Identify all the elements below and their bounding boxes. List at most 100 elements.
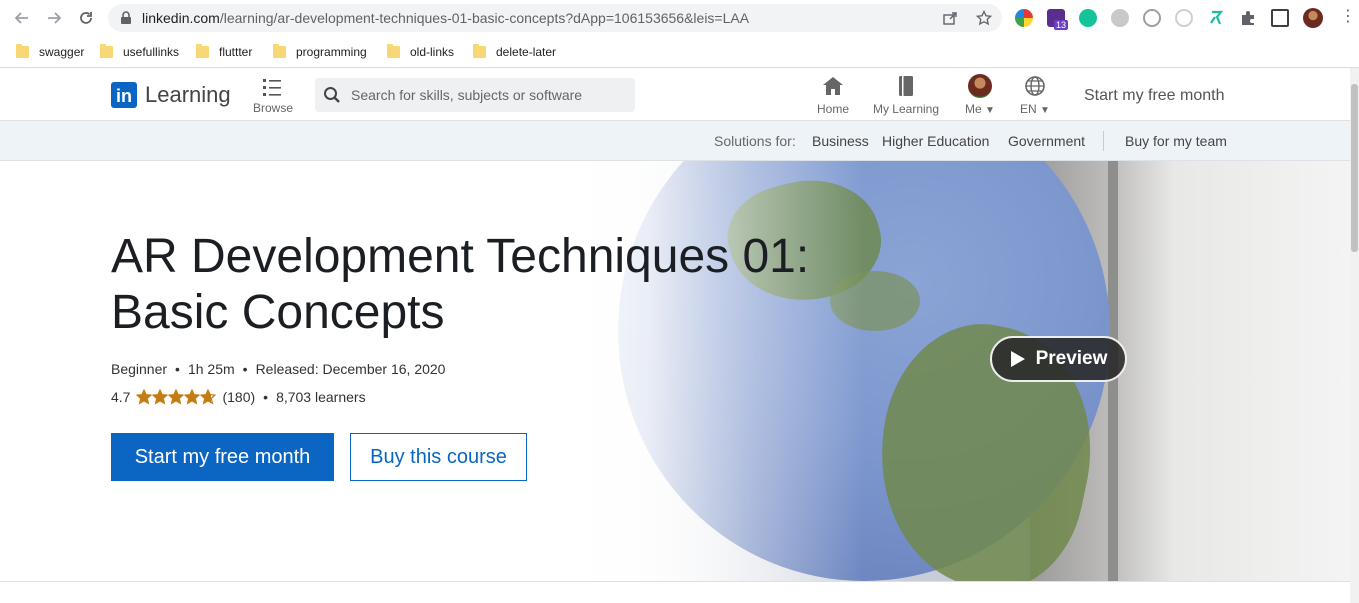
home-icon	[823, 77, 843, 95]
review-count[interactable]: (180)	[222, 389, 255, 405]
learner-count: 8,703 learners	[276, 389, 366, 405]
meta-separator: •	[175, 361, 180, 377]
course-release-date: Released: December 16, 2020	[255, 361, 446, 377]
puzzle-extensions-icon[interactable]	[1239, 9, 1257, 27]
share-icon[interactable]	[942, 10, 958, 26]
list-icon	[263, 79, 281, 96]
subnav-divider	[1103, 131, 1104, 151]
course-rating: 4.7 (180) • 8,703 learners	[111, 389, 366, 405]
buy-course-button[interactable]: Buy this course	[350, 433, 527, 481]
nav-language-label: EN	[1020, 102, 1037, 116]
bookmark-delete-later[interactable]: delete-later	[473, 43, 556, 61]
color-wheel-extension-icon[interactable]	[1015, 9, 1033, 27]
logo-wordmark: Learning	[145, 82, 231, 107]
lock-icon[interactable]	[120, 11, 132, 30]
solutions-business-link[interactable]: Business	[812, 133, 869, 149]
buy-for-my-team-link[interactable]: Buy for my team	[1125, 133, 1227, 149]
bookmark-usefullinks[interactable]: usefullinks	[100, 43, 179, 61]
runner-extension-icon[interactable]	[1207, 9, 1225, 27]
timer-extension-icon[interactable]	[1175, 9, 1193, 27]
search-input[interactable]	[351, 78, 631, 112]
side-panel-icon[interactable]	[1271, 9, 1289, 27]
star-icon	[200, 389, 217, 405]
browse-menu-button[interactable]: Browse	[253, 76, 294, 115]
folder-icon	[16, 44, 29, 58]
course-title: AR Development Techniques 01: Basic Conc…	[111, 230, 810, 339]
course-level: Beginner	[111, 361, 168, 377]
nav-my-learning-label: My Learning	[872, 102, 940, 116]
folder-icon	[473, 44, 486, 58]
section-divider	[0, 581, 1350, 582]
folder-icon	[273, 44, 286, 58]
bookmark-label: swagger	[39, 45, 85, 59]
bookmark-programming[interactable]: programming	[273, 43, 367, 61]
reload-icon	[80, 12, 92, 24]
start-free-month-link[interactable]: Start my free month	[1084, 87, 1225, 105]
browser-menu-icon[interactable]: ⋮	[1340, 9, 1356, 25]
profile-avatar-icon[interactable]	[1303, 8, 1323, 28]
course-duration: 1h 25m	[187, 361, 235, 377]
bookmark-star-icon[interactable]	[976, 10, 992, 26]
star-icon	[136, 389, 153, 405]
nav-me-menu[interactable]: Me ▼	[962, 74, 998, 116]
preview-button[interactable]: Preview	[990, 336, 1127, 382]
course-meta: Beginner • 1h 25m • Released: December 16, 2…	[111, 361, 445, 377]
url-path: /learning/ar-development-techniques-01-b…	[219, 10, 750, 26]
solutions-government-link[interactable]: Government	[1008, 133, 1085, 149]
nav-me-label: Me	[965, 102, 982, 116]
bookmark-label: delete-later	[496, 45, 557, 59]
site-header: in Learning Browse Home My Learning Me ▼…	[0, 68, 1350, 121]
bookmark-old-links[interactable]: old-links	[387, 43, 454, 61]
bookmark-fluttter[interactable]: fluttter	[196, 43, 252, 61]
rating-stars	[136, 389, 217, 405]
grammarly-extension-icon[interactable]	[1079, 9, 1097, 27]
bookmark-label: old-links	[410, 45, 455, 59]
solutions-higher-education-link[interactable]: Higher Education	[882, 133, 989, 149]
search-icon	[323, 86, 341, 109]
meta-separator: •	[263, 389, 269, 405]
course-hero: AR Development Techniques 01: Basic Conc…	[0, 161, 1350, 581]
extension-badge: 13	[1054, 20, 1069, 30]
solutions-label: Solutions for:	[714, 133, 796, 149]
user-avatar	[968, 74, 992, 98]
search-box	[315, 78, 635, 112]
nav-home[interactable]: Home	[816, 74, 850, 116]
forward-button[interactable]	[44, 8, 64, 28]
nav-my-learning[interactable]: My Learning	[872, 74, 940, 116]
browser-toolbar: linkedin.com/learning/ar-development-tec…	[0, 0, 1359, 36]
bookmarks-bar: swagger usefullinks fluttter programming…	[0, 36, 1359, 68]
url-host: linkedin.com	[142, 10, 220, 26]
bookmark-label: usefullinks	[123, 45, 180, 59]
start-free-month-button[interactable]: Start my free month	[111, 433, 334, 481]
linkedin-learning-logo[interactable]: in Learning	[111, 82, 231, 108]
link-extension-icon[interactable]	[1143, 9, 1161, 27]
folder-icon	[196, 44, 209, 58]
nav-language-menu[interactable]: EN ▼	[1018, 74, 1052, 116]
url-text: linkedin.com/learning/ar-development-tec…	[142, 10, 749, 26]
meta-separator: •	[242, 361, 248, 377]
bookmark-label: programming	[296, 45, 367, 59]
play-icon	[1010, 351, 1025, 367]
star-icon	[168, 389, 185, 405]
rating-value: 4.7	[111, 389, 131, 405]
linkedin-in-logo-icon: in	[111, 82, 137, 108]
solutions-subnav: Solutions for: Business Higher Education…	[0, 121, 1350, 161]
folder-icon	[387, 44, 400, 58]
browse-label: Browse	[253, 101, 294, 115]
folder-icon	[100, 44, 113, 58]
page-scrollbar[interactable]	[1350, 68, 1359, 603]
preview-label: Preview	[1035, 348, 1108, 369]
k-extension-icon[interactable]	[1111, 9, 1129, 27]
scrollbar-thumb[interactable]	[1351, 84, 1358, 252]
star-icon	[152, 389, 169, 405]
address-bar[interactable]: linkedin.com/learning/ar-development-tec…	[108, 4, 1002, 32]
globe-icon	[1025, 76, 1045, 96]
forward-arrow-icon	[48, 12, 62, 24]
reload-button[interactable]	[76, 8, 96, 28]
back-arrow-icon	[14, 12, 28, 24]
star-icon	[184, 389, 201, 405]
back-button[interactable]	[12, 8, 32, 28]
caret-down-icon: ▼	[1040, 105, 1050, 116]
bookmark-label: fluttter	[219, 45, 253, 59]
bookmark-swagger[interactable]: swagger	[16, 43, 84, 61]
